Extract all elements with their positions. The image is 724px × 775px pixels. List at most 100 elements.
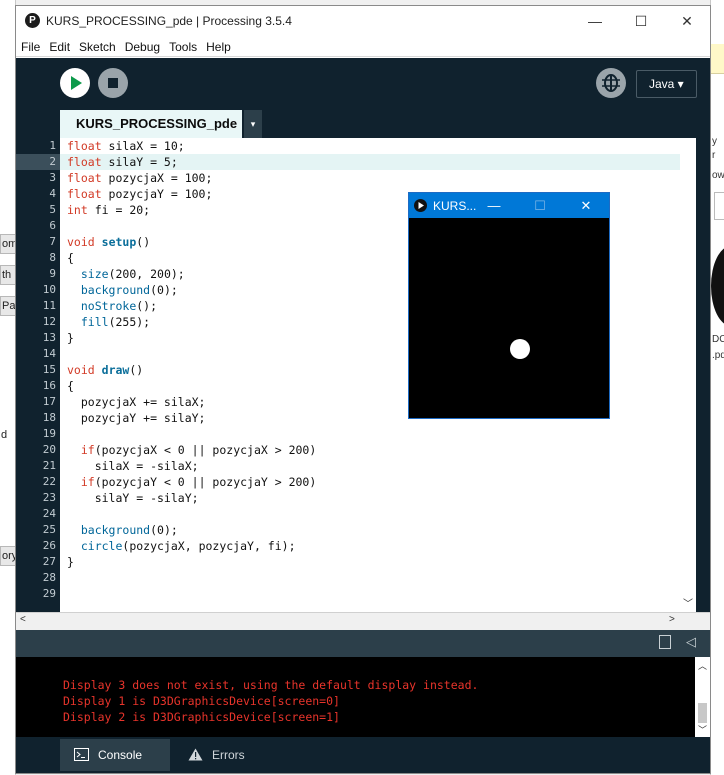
line-number-gutter: 1 2 3 4 5 6 7 8 9 10 11 12 13 14 15 16 17 18 19 20 21 22 23 24 2…: [16, 138, 60, 612]
chevron-up-icon[interactable]: ︿: [698, 659, 707, 672]
sketch-minimize-button[interactable]: —: [471, 193, 517, 218]
code-line[interactable]: noStroke();: [67, 298, 157, 314]
terminal-icon: [74, 748, 89, 761]
code-line[interactable]: float pozycjaY = 100;: [67, 186, 212, 202]
code-line[interactable]: }: [67, 554, 74, 570]
stop-button[interactable]: [98, 68, 128, 98]
editor-right-margin: [696, 138, 710, 612]
code-line[interactable]: void setup(): [67, 234, 150, 250]
menu-edit[interactable]: Edit: [44, 37, 74, 54]
code-line[interactable]: {: [67, 378, 74, 394]
line-number: 6: [49, 219, 56, 232]
console-output[interactable]: Display 3 does not exist, using the defa…: [16, 657, 710, 737]
code-line[interactable]: int fi = 20;: [67, 202, 150, 218]
run-button[interactable]: [60, 68, 90, 98]
code-line[interactable]: }: [67, 330, 74, 346]
chevron-right-icon[interactable]: >: [669, 614, 675, 625]
code-line[interactable]: background(0);: [67, 282, 178, 298]
editor-vertical-scrollbar[interactable]: ﹀: [680, 138, 696, 612]
line-number: 21: [42, 459, 56, 472]
editor-horizontal-scrollbar[interactable]: < >: [16, 612, 710, 630]
code-line[interactable]: fill(255);: [67, 314, 150, 330]
console-scrollbar[interactable]: ︿ ﹀: [695, 657, 710, 737]
tab-sketch[interactable]: KURS_PROCESSING_pde: [60, 110, 242, 138]
play-icon: [418, 202, 424, 209]
window-title: KURS_PROCESSING_pde | Processing 3.5.4: [46, 14, 292, 28]
mode-selector[interactable]: Java ▾: [636, 70, 697, 98]
background-fragment: .pd: [712, 350, 724, 361]
line-number: 19: [42, 427, 56, 440]
chevron-down-icon[interactable]: ﹀: [698, 723, 707, 736]
menu-help[interactable]: Help: [201, 37, 235, 54]
sketch-maximize-button: ☐: [534, 198, 546, 213]
maximize-button[interactable]: ☐: [618, 6, 664, 36]
line-number: 23: [42, 491, 56, 504]
background-window-left: om th Pat d ory: [0, 0, 16, 775]
collapse-console-icon[interactable]: ◁: [686, 634, 696, 650]
background-logo: [711, 246, 724, 326]
line-number: 10: [42, 283, 56, 296]
line-number: 7: [49, 235, 56, 248]
background-fragment: Pat: [0, 296, 16, 316]
chevron-left-icon[interactable]: <: [20, 614, 26, 625]
code-line[interactable]: silaX = -silaX;: [67, 458, 199, 474]
code-line[interactable]: size(200, 200);: [67, 266, 185, 282]
code-line[interactable]: float silaY = 5;: [67, 154, 178, 170]
line-number: 14: [42, 347, 56, 360]
background-fragment: y: [712, 136, 717, 147]
chevron-down-icon[interactable]: ﹀: [683, 595, 693, 610]
code-line[interactable]: background(0);: [67, 522, 178, 538]
menu-bar: File Edit Sketch Debug Tools Help: [16, 37, 710, 57]
tab-bar: KURS_PROCESSING_pde ▾: [16, 110, 710, 138]
sketch-window-title: KURS...: [433, 199, 477, 213]
background-fragment: r: [712, 150, 716, 161]
title-bar[interactable]: P KURS_PROCESSING_pde | Processing 3.5.4…: [16, 6, 710, 36]
line-number: 9: [49, 267, 56, 280]
tab-errors-label: Errors: [212, 748, 245, 762]
sketch-window: KURS... — ☐ ✕: [408, 192, 610, 419]
background-fragment: om: [0, 234, 16, 254]
line-number: 15: [42, 363, 56, 376]
background-fragment: ory: [0, 546, 16, 566]
code-line[interactable]: if(pozycjaY < 0 || pozycjaY > 200): [67, 474, 316, 490]
code-line[interactable]: float silaX = 10;: [67, 138, 185, 154]
code-line[interactable]: {: [67, 250, 74, 266]
code-line[interactable]: float pozycjaX = 100;: [67, 170, 212, 186]
tab-console[interactable]: Console: [60, 739, 170, 771]
line-number: 1: [49, 139, 56, 152]
code-line[interactable]: void draw(): [67, 362, 143, 378]
tab-errors[interactable]: Errors: [174, 739, 264, 771]
line-number: 11: [42, 299, 56, 312]
line-number: 20: [42, 443, 56, 456]
console-message: Display 3 does not exist, using the defa…: [63, 678, 479, 692]
toolbar: Java ▾: [16, 58, 710, 110]
code-line[interactable]: silaY = -silaY;: [67, 490, 199, 506]
menu-debug[interactable]: Debug: [120, 37, 164, 54]
code-line[interactable]: if(pozycjaX < 0 || pozycjaX > 200): [67, 442, 316, 458]
background-fragment: d: [0, 426, 16, 446]
debugger-button[interactable]: [596, 68, 626, 98]
line-number: 18: [42, 411, 56, 424]
menu-tools[interactable]: Tools: [164, 37, 201, 54]
code-line[interactable]: pozycjaY += silaY;: [67, 410, 206, 426]
line-number: 26: [42, 539, 56, 552]
copy-icon[interactable]: [659, 635, 671, 649]
processing-app-icon: [414, 199, 427, 212]
line-number: 5: [49, 203, 56, 216]
line-number: 3: [49, 171, 56, 184]
minimize-button[interactable]: —: [572, 6, 618, 36]
line-number: 27: [42, 555, 56, 568]
menu-file[interactable]: File: [16, 37, 44, 54]
sketch-close-button[interactable]: ✕: [563, 193, 609, 218]
footer-tabs: Console Errors: [16, 737, 710, 773]
line-number: 22: [42, 475, 56, 488]
close-button[interactable]: ✕: [664, 6, 710, 36]
bouncing-circle: [510, 339, 530, 359]
code-line[interactable]: pozycjaX += silaX;: [67, 394, 206, 410]
code-line[interactable]: circle(pozycjaX, pozycjaY, fi);: [67, 538, 296, 554]
line-number: 2: [49, 155, 56, 168]
menu-sketch[interactable]: Sketch: [74, 37, 120, 54]
console-scroll-thumb[interactable]: [698, 703, 707, 723]
tab-menu-button[interactable]: ▾: [244, 110, 262, 138]
sketch-title-bar[interactable]: KURS... — ☐ ✕: [409, 193, 609, 218]
